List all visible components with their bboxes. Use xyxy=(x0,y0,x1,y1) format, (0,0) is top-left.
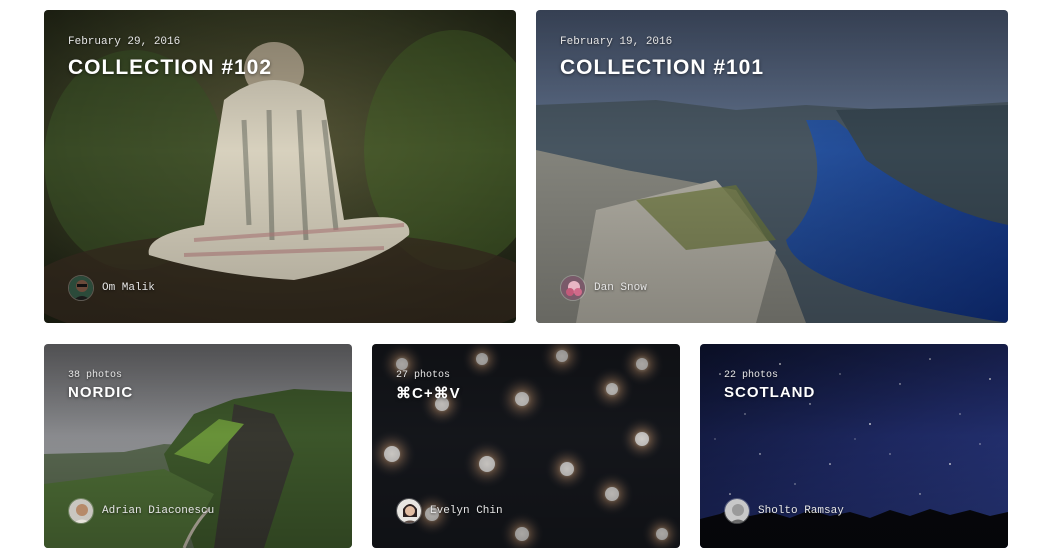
author-name: Om Malik xyxy=(102,282,155,294)
collection-author[interactable]: Sholto Ramsay xyxy=(724,498,844,524)
author-name: Adrian Diaconescu xyxy=(102,505,215,517)
collection-card-nordic[interactable]: 38 photos NORDIC Adrian Diaconescu xyxy=(44,344,352,548)
avatar xyxy=(560,275,586,301)
collection-title[interactable]: COLLECTION #101 xyxy=(560,56,764,80)
collection-author[interactable]: Om Malik xyxy=(68,275,155,301)
photo-count: 27 photos xyxy=(396,370,451,381)
avatar xyxy=(68,275,94,301)
collection-author[interactable]: Evelyn Chin xyxy=(396,498,503,524)
collection-author[interactable]: Adrian Diaconescu xyxy=(68,498,214,524)
collection-title[interactable]: ⌘C+⌘V xyxy=(396,384,461,402)
collection-card-copy-paste[interactable]: 27 photos ⌘C+⌘V Evelyn Chin xyxy=(372,344,680,548)
collection-author[interactable]: Dan Snow xyxy=(560,275,647,301)
collection-title[interactable]: COLLECTION #102 xyxy=(68,56,272,80)
collection-card-101[interactable]: February 19, 2016 COLLECTION #101 Dan Sn… xyxy=(536,10,1008,323)
collection-date: February 19, 2016 xyxy=(560,36,673,48)
author-name: Evelyn Chin xyxy=(430,505,503,517)
collection-card-scotland[interactable]: 22 photos SCOTLAND Sholto Ramsay xyxy=(700,344,1008,548)
avatar xyxy=(68,498,94,524)
collection-card-102[interactable]: February 29, 2016 COLLECTION #102 Om Mal… xyxy=(44,10,516,323)
author-name: Sholto Ramsay xyxy=(758,505,844,517)
avatar xyxy=(396,498,422,524)
collection-title[interactable]: NORDIC xyxy=(68,384,133,401)
collection-date: February 29, 2016 xyxy=(68,36,181,48)
photo-count: 38 photos xyxy=(68,370,123,381)
collection-title[interactable]: SCOTLAND xyxy=(724,384,815,401)
photo-count: 22 photos xyxy=(724,370,779,381)
avatar xyxy=(724,498,750,524)
author-name: Dan Snow xyxy=(594,282,647,294)
